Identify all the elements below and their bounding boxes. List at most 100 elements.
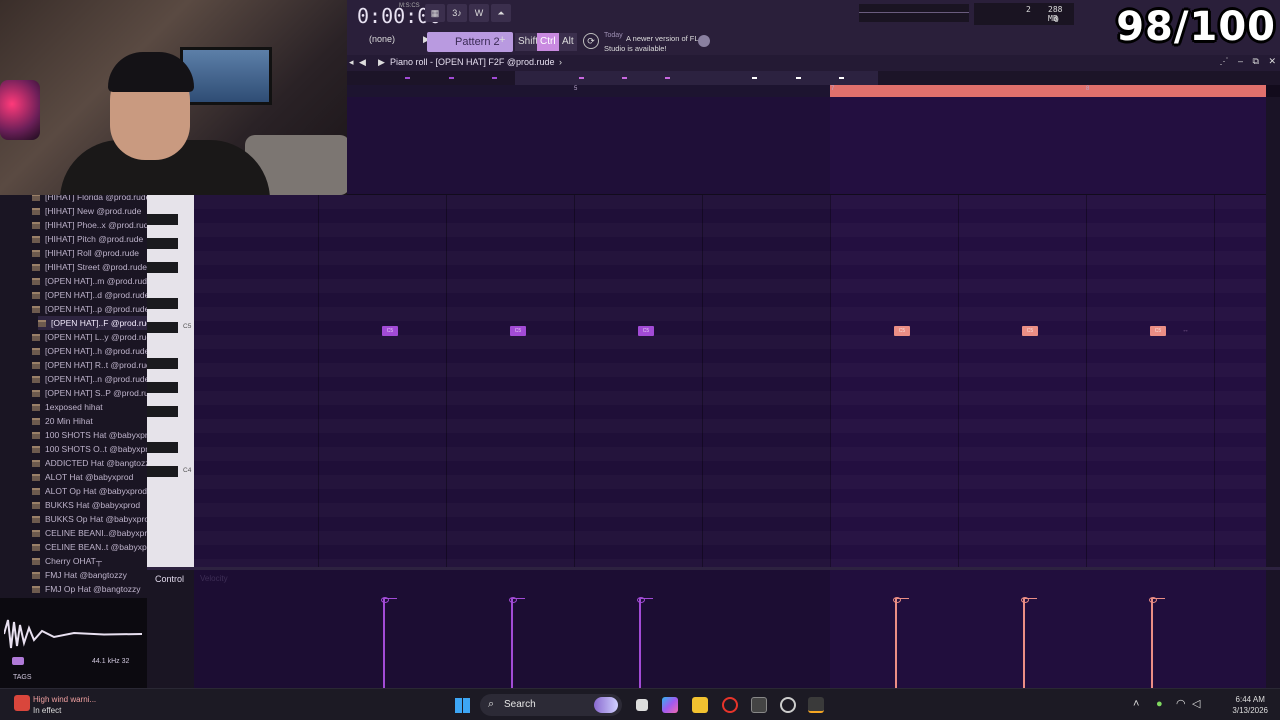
browser-item[interactable]: [OPEN HAT] R..t @prod.rude: [32, 358, 147, 372]
browser-item[interactable]: Cherry OHAT┬: [32, 554, 147, 568]
opera-icon[interactable]: [722, 697, 738, 713]
browser-item[interactable]: FMJ Op Hat @bangtozzy: [32, 582, 147, 596]
velocity-bar[interactable]: [893, 597, 901, 688]
browser-item[interactable]: ALOT Op Hat @babyxprod: [32, 484, 147, 498]
black-key[interactable]: [147, 382, 178, 393]
piano-keyboard[interactable]: C5 C4: [147, 195, 194, 567]
browser-item[interactable]: 100 SHOTS Hat @babyxprod: [32, 428, 147, 442]
control-selector[interactable]: Control: [155, 574, 184, 584]
master-pitch-slider[interactable]: [859, 4, 969, 22]
black-key[interactable]: [147, 214, 178, 225]
velocity-bar[interactable]: [381, 597, 389, 688]
browser-item[interactable]: 1exposed hihat: [32, 400, 147, 414]
wait-icon[interactable]: W: [469, 4, 489, 22]
volume-icon[interactable]: ◁: [1192, 698, 1204, 710]
metronome-icon[interactable]: ⏶: [491, 4, 511, 22]
store-icon[interactable]: [751, 697, 767, 713]
clock[interactable]: 6:44 AM 3/13/2026: [1232, 694, 1268, 716]
browser-item[interactable]: [OPEN HAT] S..P @prod.rude: [32, 386, 147, 400]
app-icon[interactable]: [780, 697, 796, 713]
typing-keyboard-icon[interactable]: 3♪: [447, 4, 467, 22]
note-block[interactable]: C5: [1022, 326, 1038, 336]
note-block[interactable]: C5: [1150, 326, 1166, 336]
task-view-icon[interactable]: [636, 699, 648, 711]
close-icon[interactable]: ✕: [1268, 56, 1276, 66]
title-arrow-icon[interactable]: ›: [559, 57, 562, 67]
hint-bar-icon[interactable]: ⟳: [583, 33, 599, 49]
browser-item[interactable]: [OPEN HAT] L..y @prod.rude: [32, 330, 147, 344]
velocity-lane[interactable]: Velocity: [194, 570, 1266, 688]
window-menu-icon[interactable]: ◂: [349, 57, 354, 68]
black-key[interactable]: [147, 442, 178, 453]
browser-item[interactable]: [HIHAT] New @prod.rude: [32, 204, 147, 218]
browser-item[interactable]: 20 Min Hihat: [32, 414, 147, 428]
browser-item[interactable]: [HIHAT] Roll @prod.rude: [32, 246, 147, 260]
tags-label[interactable]: TAGS: [13, 674, 32, 681]
browser-item[interactable]: [OPEN HAT]..m @prod.rude: [32, 274, 147, 288]
update-hint[interactable]: A newer version of FL Studio is availabl…: [604, 34, 704, 54]
weather-alert-icon[interactable]: [14, 695, 30, 711]
overview-strip[interactable]: [347, 71, 1280, 85]
browser-item[interactable]: CELINE BEANI..@babyxprod: [32, 526, 147, 540]
preview-play-button[interactable]: [12, 657, 24, 665]
browser-item[interactable]: ADDICTED Hat @bangtozzy: [32, 456, 147, 470]
note-block[interactable]: C5: [382, 326, 398, 336]
browser-item[interactable]: [HIHAT] Florida @prod.rude: [32, 195, 147, 204]
vertical-scrollbar[interactable]: [1266, 97, 1280, 567]
timeline-ruler[interactable]: 5 7 8: [347, 85, 1266, 97]
velocity-bar[interactable]: [637, 597, 645, 688]
note-grid-upper[interactable]: [347, 97, 1266, 194]
speaker-icon[interactable]: ◀︎: [359, 57, 366, 68]
minimize-icon[interactable]: –: [1238, 56, 1243, 66]
browser-item[interactable]: 100 SHOTS O..t @babyxprod: [32, 442, 147, 456]
velocity-bar[interactable]: [509, 597, 517, 688]
weather-alert-title[interactable]: High wind warni...: [33, 695, 96, 704]
browser-item[interactable]: [HIHAT] Pitch @prod.rude: [32, 232, 147, 246]
browser-item[interactable]: [HIHAT] Street @prod.rude: [32, 260, 147, 274]
velocity-bar[interactable]: [1149, 597, 1157, 688]
windows-start-icon[interactable]: [455, 698, 470, 713]
browser-item[interactable]: [OPEN HAT]..d @prod.rude: [32, 288, 147, 302]
tray-chevron-icon[interactable]: ˄: [1133, 698, 1145, 710]
browser-item[interactable]: CELINE BEAN..t @babyxprod: [32, 540, 147, 554]
black-key[interactable]: [147, 298, 178, 309]
browser-item[interactable]: [OPEN HAT]..n @prod.rude: [32, 372, 147, 386]
browser-item[interactable]: FMJ Hat @bangtozzy: [32, 568, 147, 582]
browser-item[interactable]: BUKKS Op Hat @babyxprod: [32, 512, 147, 526]
overview-viewport[interactable]: [515, 71, 878, 85]
black-key[interactable]: [147, 262, 178, 273]
browser-item[interactable]: ALOT Hat @babyxprod: [32, 470, 147, 484]
weather-alert-status[interactable]: In effect: [33, 706, 61, 715]
browser-item[interactable]: [HIHAT] Phoe..x @prod.rude: [32, 218, 147, 232]
black-key[interactable]: [147, 466, 178, 477]
ctrl-button[interactable]: Ctrl: [537, 33, 559, 51]
detach-icon[interactable]: ⋰: [1219, 56, 1228, 66]
browser-item[interactable]: [OPEN HAT]..h @prod.rude: [32, 344, 147, 358]
black-key[interactable]: [147, 238, 178, 249]
online-globe-icon[interactable]: [698, 35, 710, 47]
snap-selector[interactable]: (none): [369, 34, 395, 44]
fl-studio-icon[interactable]: [808, 697, 824, 713]
browser-item[interactable]: [OPEN HAT]..F @prod.rude: [38, 316, 147, 330]
file-explorer-icon[interactable]: [692, 697, 708, 713]
wifi-icon[interactable]: ◠: [1176, 698, 1188, 710]
browser-item[interactable]: BUKKS Hat @babyxprod: [32, 498, 147, 512]
browser-item[interactable]: [OPEN HAT]..p @prod.rude: [32, 302, 147, 316]
loop-region[interactable]: [830, 85, 1266, 97]
note-block[interactable]: C5: [510, 326, 526, 336]
alt-button[interactable]: Alt: [559, 33, 577, 51]
microphone-icon[interactable]: ●: [1156, 698, 1168, 710]
control-scrollbar[interactable]: [1266, 570, 1280, 688]
play-arrow-icon[interactable]: ▶: [378, 57, 385, 68]
maximize-icon[interactable]: ⧉: [1253, 56, 1259, 66]
keyboard-icon[interactable]: ▦: [425, 4, 445, 22]
black-key[interactable]: [147, 322, 178, 333]
black-key[interactable]: [147, 358, 178, 369]
copilot-icon[interactable]: [662, 697, 678, 713]
velocity-bar[interactable]: [1021, 597, 1029, 688]
add-pattern-button[interactable]: +: [499, 34, 505, 46]
black-key[interactable]: [147, 406, 178, 417]
note-grid[interactable]: ↔ C5 C5 C5 C5 C5 C5: [194, 195, 1266, 567]
taskbar-search[interactable]: ⌕ Search: [480, 694, 622, 716]
note-block[interactable]: C5: [638, 326, 654, 336]
